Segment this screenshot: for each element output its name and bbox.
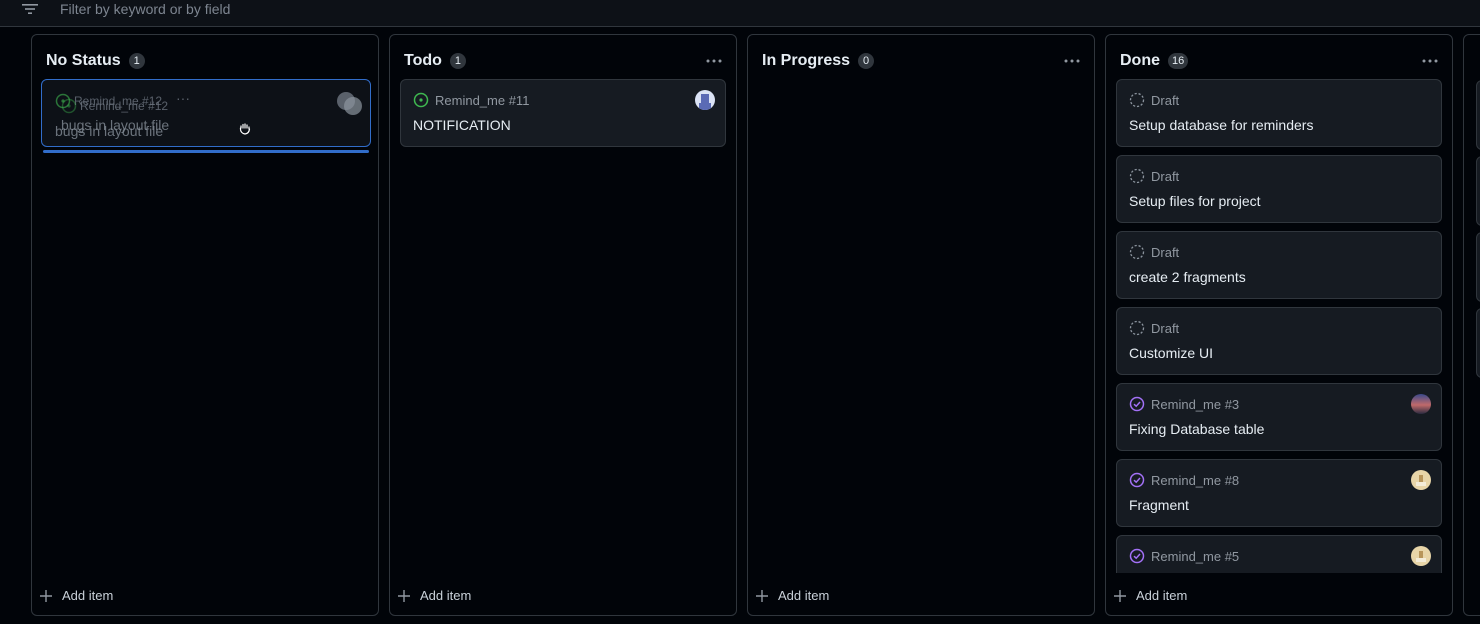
column-header: In Progress 0 (762, 51, 1080, 71)
filter-input[interactable]: Filter by keyword or by field (60, 1, 230, 17)
card[interactable]: Remind_me #3 Fixing Database table (1116, 383, 1442, 451)
column-body: Remind_me #11 NOTIFICATION (400, 79, 726, 573)
card (1476, 308, 1480, 378)
card-title: Fragment (1129, 497, 1189, 513)
card-title: bugs in layout file (61, 117, 170, 133)
card-ref: Remind_me #12 (80, 99, 169, 113)
card-ref: Draft (1151, 244, 1180, 260)
grab-cursor-icon (239, 123, 251, 135)
column-count: 1 (128, 53, 145, 69)
avatar (695, 90, 715, 110)
card-meta: Draft (1129, 168, 1179, 184)
closed-issue-icon (1129, 548, 1145, 564)
card-title: Setup database for reminders (1129, 117, 1314, 133)
add-item-button[interactable]: Add item (756, 588, 829, 603)
card-title: Setup files for project (1129, 193, 1261, 209)
filter-icon[interactable] (22, 3, 38, 15)
drop-indicator (43, 150, 369, 153)
card-meta: Remind_me #8 (1129, 472, 1239, 488)
column-in-progress: In Progress 0 Add item (747, 34, 1095, 616)
column-menu-icon[interactable] (704, 51, 724, 71)
card-ref: Draft (1151, 92, 1180, 108)
card-meta: Draft (1129, 92, 1179, 108)
avatar (1411, 394, 1431, 414)
open-issue-icon (61, 98, 77, 114)
avatar (344, 97, 362, 115)
column-body: Draft Setup database for reminders Draft… (1116, 79, 1442, 573)
card-meta: Draft (1129, 244, 1179, 260)
card[interactable]: Remind_me #11 NOTIFICATION (400, 79, 726, 147)
card-ref: Remind_me #5 (1151, 548, 1240, 564)
card[interactable]: Draft Customize UI (1116, 307, 1442, 375)
column-count: 16 (1168, 53, 1189, 69)
add-item-button[interactable]: Add item (398, 588, 471, 603)
card-title: Fixing Database table (1129, 421, 1265, 437)
avatar (1411, 546, 1431, 566)
column-next-partial (1463, 34, 1480, 616)
card (1476, 232, 1480, 302)
draft-icon (1129, 320, 1145, 336)
card[interactable]: Draft create 2 fragments (1116, 231, 1442, 299)
plus-icon (40, 589, 52, 602)
card-meta: Remind_me #5 (1129, 548, 1239, 564)
card-title: NOTIFICATION (413, 117, 511, 133)
column-header: Todo 1 (404, 51, 722, 71)
dragged-card[interactable]: Remind_me #12 ··· bugs in layout file Re… (41, 79, 371, 147)
add-item-label: Add item (778, 588, 830, 603)
card-title: Customize UI (1129, 345, 1214, 361)
column-title: In Progress (762, 52, 851, 69)
draft-icon (1129, 168, 1145, 184)
card (1476, 156, 1480, 226)
card-meta: Remind_me #11 (413, 92, 529, 108)
filter-bar: Filter by keyword or by field (0, 0, 1480, 27)
open-issue-icon (413, 92, 429, 108)
column-menu-icon[interactable] (1062, 51, 1082, 71)
card[interactable]: Remind_me #5 (1116, 535, 1442, 573)
column-done: Done 16 Draft Setup database for reminde… (1105, 34, 1453, 616)
card[interactable]: Draft Setup files for project (1116, 155, 1442, 223)
card[interactable]: Draft Setup database for reminders (1116, 79, 1442, 147)
column-title: Done (1120, 52, 1160, 69)
card-meta: Remind_me #3 (1129, 396, 1239, 412)
draft-icon (1129, 92, 1145, 108)
add-item-label: Add item (1136, 588, 1188, 603)
add-item-label: Add item (62, 588, 114, 603)
column-menu-icon[interactable] (1420, 51, 1440, 71)
column-header: Done 16 (1120, 51, 1438, 71)
plus-icon (1114, 589, 1126, 602)
add-item-label: Add item (420, 588, 472, 603)
card-ref: Draft (1151, 320, 1180, 336)
column-count: 0 (858, 53, 875, 69)
column-no-status: No Status 1 Remind_me #12 ··· bugs in la… (31, 34, 379, 616)
card-ref: Draft (1151, 168, 1180, 184)
add-item-button[interactable]: Add item (40, 588, 113, 603)
column-header: No Status 1 (46, 51, 364, 71)
column-count: 1 (449, 53, 466, 69)
card (1476, 80, 1480, 150)
card-ref: Remind_me #8 (1151, 472, 1240, 488)
column-todo: Todo 1 Remind_me #11 NOTIFICATION Add it… (389, 34, 737, 616)
ellipsis-icon: ··· (176, 90, 190, 106)
card-ref: Remind_me #3 (1151, 396, 1240, 412)
closed-issue-icon (1129, 472, 1145, 488)
card-meta: Draft (1129, 320, 1179, 336)
add-item-button[interactable]: Add item (1114, 588, 1187, 603)
avatar (1411, 470, 1431, 490)
closed-issue-icon (1129, 396, 1145, 412)
plus-icon (756, 589, 768, 602)
card-ref: Remind_me #11 (435, 92, 530, 108)
card[interactable]: Remind_me #8 Fragment (1116, 459, 1442, 527)
plus-icon (398, 589, 410, 602)
card-title: create 2 fragments (1129, 269, 1246, 285)
column-title: No Status (46, 52, 121, 69)
draft-icon (1129, 244, 1145, 260)
column-title: Todo (404, 52, 442, 69)
